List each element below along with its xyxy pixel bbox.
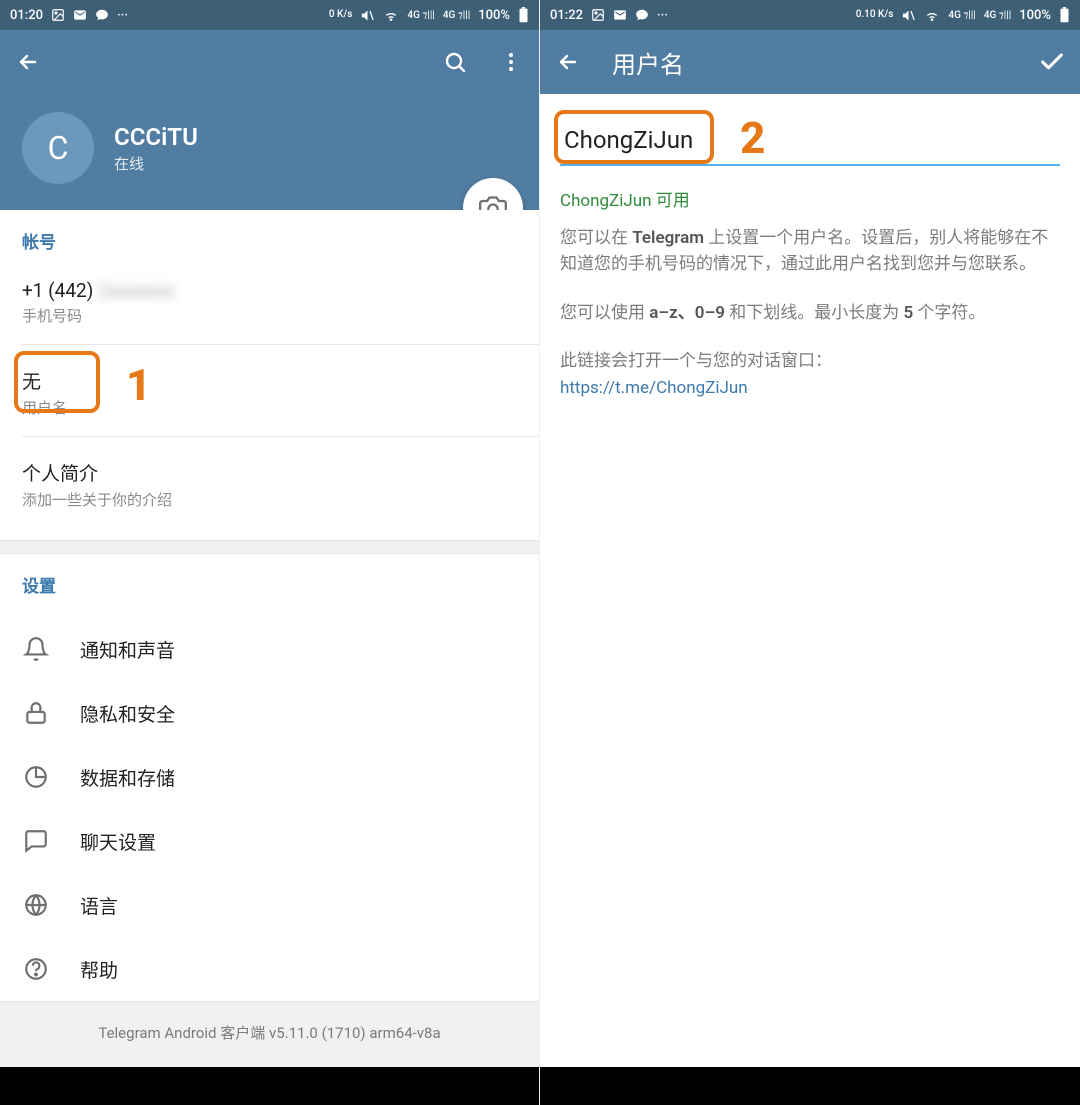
username-link[interactable]: https://t.me/ChongZiJun bbox=[560, 378, 1060, 398]
status-time: 01:22 bbox=[550, 8, 583, 23]
settings-item-language[interactable]: 语言 bbox=[0, 873, 539, 937]
more-dots-icon: ··· bbox=[117, 8, 128, 23]
username-row[interactable]: 无 用户名 1 bbox=[22, 355, 517, 430]
wifi-icon bbox=[383, 7, 399, 23]
settings-item-notifications[interactable]: 通知和声音 bbox=[0, 617, 539, 681]
settings-item-label: 语言 bbox=[80, 892, 118, 919]
mail-icon bbox=[73, 8, 87, 22]
bio-title: 个人简介 bbox=[22, 459, 517, 486]
bio-row[interactable]: 个人简介 添加一些关于你的介绍 bbox=[22, 447, 517, 522]
settings-item-label: 数据和存储 bbox=[80, 764, 175, 791]
mute-icon bbox=[901, 8, 916, 23]
status-time: 01:20 bbox=[10, 8, 43, 23]
avatar[interactable]: C bbox=[22, 112, 94, 184]
account-section: 帐号 +1 (442) 2xxxxxxx 手机号码 bbox=[0, 210, 539, 344]
status-battery-pct: 100% bbox=[478, 8, 510, 23]
mute-icon bbox=[360, 8, 375, 23]
lock-icon bbox=[22, 699, 50, 727]
chat-bubble-icon bbox=[635, 8, 649, 22]
status-bar: 01:20 ··· 0 K/s 4G ⁊||| 4G ⁊||| 100% bbox=[0, 0, 539, 30]
appbar-title: 用户名 bbox=[612, 45, 684, 80]
version-footer: Telegram Android 客户端 v5.11.0 (1710) arm6… bbox=[0, 1001, 539, 1067]
back-icon[interactable] bbox=[554, 48, 582, 76]
more-dots-icon: ··· bbox=[657, 8, 668, 23]
status-net: 0 K/s bbox=[329, 10, 353, 20]
pie-icon bbox=[22, 763, 50, 791]
phone-hidden: 2xxxxxxx bbox=[98, 279, 175, 302]
battery-icon bbox=[1059, 7, 1070, 23]
help-icon bbox=[22, 955, 50, 983]
status-4g2: 4G ⁊||| bbox=[984, 10, 1011, 21]
settings-item-chat[interactable]: 聊天设置 bbox=[0, 809, 539, 873]
settings-item-label: 隐私和安全 bbox=[80, 700, 175, 727]
overflow-menu-icon[interactable] bbox=[497, 48, 525, 76]
phone-prefix: +1 (442) bbox=[22, 279, 93, 302]
wifi-icon bbox=[924, 7, 940, 23]
screen-settings: 01:20 ··· 0 K/s 4G ⁊||| 4G ⁊||| 100% bbox=[0, 0, 540, 1105]
chat-icon bbox=[22, 827, 50, 855]
android-navbar bbox=[0, 1067, 539, 1105]
settings-item-help[interactable]: 帮助 bbox=[0, 937, 539, 1001]
settings-header: 设置 bbox=[22, 572, 517, 597]
username-desc-1: 您可以在 Telegram 上设置一个用户名。设置后，别人将能够在不知道您的手机… bbox=[560, 225, 1060, 278]
settings-item-label: 通知和声音 bbox=[80, 636, 175, 663]
search-icon[interactable] bbox=[441, 48, 469, 76]
profile-header: C CCCiTU 在线 bbox=[0, 94, 539, 210]
appbar bbox=[0, 30, 539, 94]
settings-item-privacy[interactable]: 隐私和安全 bbox=[0, 681, 539, 745]
username-value: 无 bbox=[22, 367, 517, 394]
username-available: ChongZiJun 可用 bbox=[560, 186, 1060, 211]
settings-section: 设置 bbox=[0, 554, 539, 617]
appbar: 用户名 bbox=[540, 30, 1080, 94]
username-desc-3: 此链接会打开一个与您的对话窗口： bbox=[560, 348, 1060, 374]
section-gap bbox=[0, 540, 539, 554]
image-icon bbox=[591, 8, 605, 22]
settings-item-data[interactable]: 数据和存储 bbox=[0, 745, 539, 809]
account-header: 帐号 bbox=[22, 228, 517, 253]
status-bar: 01:22 ··· 0.10 K/s 4G ⁊||| 4G ⁊||| 100% bbox=[540, 0, 1080, 30]
profile-name: CCCiTU bbox=[114, 123, 198, 151]
status-4g1: 4G ⁊||| bbox=[948, 10, 975, 21]
status-battery-pct: 100% bbox=[1019, 8, 1051, 23]
avatar-letter: C bbox=[48, 129, 69, 167]
mail-icon bbox=[613, 8, 627, 22]
bio-hint: 添加一些关于你的介绍 bbox=[22, 489, 517, 510]
image-icon bbox=[51, 8, 65, 22]
username-desc-2: 您可以使用 a–z、0–9 和下划线。最小长度为 5 个字符。 bbox=[560, 300, 1060, 326]
username-label: 用户名 bbox=[22, 397, 517, 418]
screen-username: 01:22 ··· 0.10 K/s 4G ⁊||| 4G ⁊||| 100% … bbox=[540, 0, 1080, 1105]
status-net: 0.10 K/s bbox=[856, 10, 894, 20]
username-input[interactable] bbox=[560, 116, 1060, 166]
back-icon[interactable] bbox=[14, 48, 42, 76]
chat-bubble-icon bbox=[95, 8, 109, 22]
settings-item-label: 聊天设置 bbox=[80, 828, 156, 855]
phone-label: 手机号码 bbox=[22, 305, 517, 326]
phone-row[interactable]: +1 (442) 2xxxxxxx 手机号码 bbox=[22, 267, 517, 338]
bell-icon bbox=[22, 635, 50, 663]
android-navbar bbox=[540, 1067, 1080, 1105]
status-4g2: 4G ⁊||| bbox=[443, 10, 470, 21]
battery-icon bbox=[518, 7, 529, 23]
settings-item-label: 帮助 bbox=[80, 956, 118, 983]
globe-icon bbox=[22, 891, 50, 919]
confirm-icon[interactable] bbox=[1038, 48, 1066, 76]
profile-status: 在线 bbox=[114, 153, 198, 174]
status-4g1: 4G ⁊||| bbox=[407, 10, 434, 21]
